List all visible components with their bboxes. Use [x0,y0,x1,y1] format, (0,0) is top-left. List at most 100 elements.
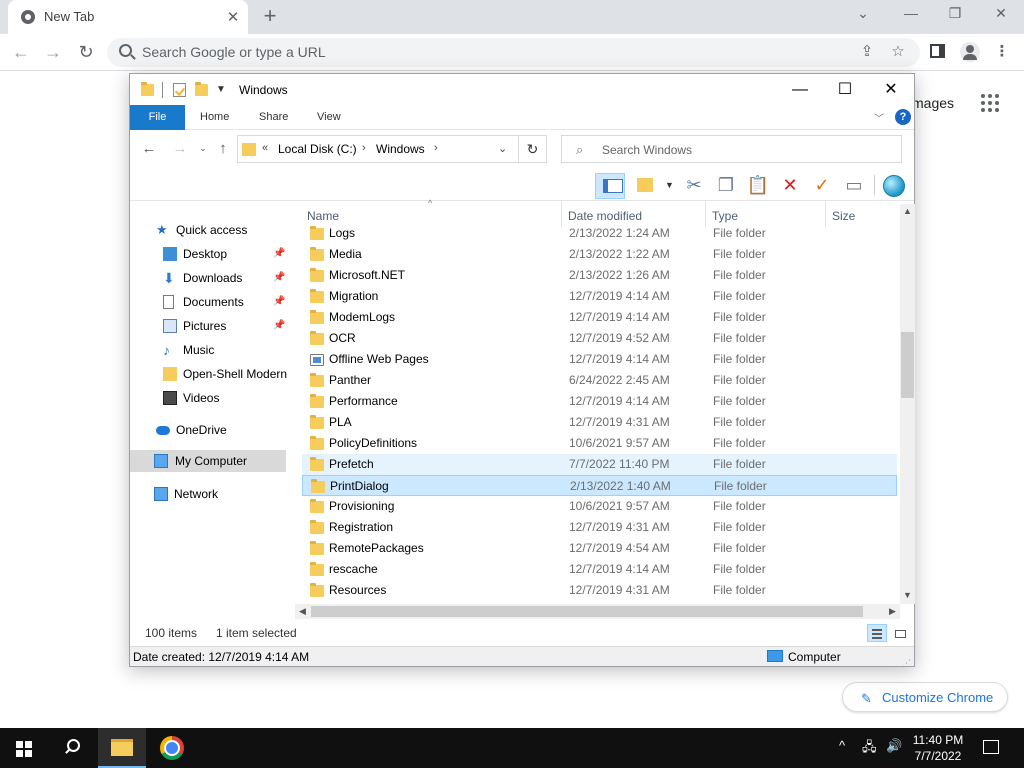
vertical-scrollbar[interactable]: ▲ ▼ [900,204,915,604]
table-row[interactable]: PolicyDefinitions 10/6/2021 9:57 AM File f… [302,433,897,454]
sidebar-item-network[interactable]: Network [154,483,294,505]
table-row[interactable]: Offline Web Pages 12/7/2019 4:14 AM File f… [302,349,897,370]
scroll-left-icon[interactable]: ◀ [295,604,310,619]
table-row[interactable]: rescache 12/7/2019 4:14 AM File folder [302,559,897,580]
chrome-menu-icon[interactable]: ⋮ [992,42,1012,62]
tab-home[interactable]: Home [200,105,229,130]
windows-start-icon[interactable] [16,741,32,757]
explorer-close-button[interactable]: ✕ [868,78,914,102]
search-box[interactable]: ⌕ Search Windows [561,135,902,163]
properties-icon[interactable] [173,83,186,97]
close-tab-icon[interactable]: ✕ [224,8,242,26]
sidebar-item-videos[interactable]: Videos [163,387,293,409]
scrollbar-thumb[interactable] [901,332,914,398]
scroll-right-icon[interactable]: ▶ [885,604,900,619]
sidebar-item-onedrive[interactable]: OneDrive [156,419,296,441]
table-row[interactable]: RemotePackages 12/7/2019 4:54 AM File fold… [302,538,897,559]
explorer-title-bar[interactable]: ▼ Windows — ☐ ✕ [130,74,914,105]
new-tab-button[interactable]: + [258,3,282,29]
customize-chrome-button[interactable]: ✎ Customize Chrome [842,682,1008,712]
profile-avatar-icon[interactable] [960,42,980,62]
table-row[interactable]: Migration 12/7/2019 4:14 AM File folder [302,286,897,307]
breadcrumb-overflow-icon[interactable]: « [262,142,268,154]
volume-icon[interactable]: 🔊 [886,738,902,754]
tab-share[interactable]: Share [259,105,288,130]
table-row[interactable]: Panther 6/24/2022 2:45 AM File folder [302,370,897,391]
table-row[interactable]: Registration 12/7/2019 4:31 AM File folder [302,517,897,538]
new-folder-icon[interactable] [195,82,208,96]
tab-new-tab[interactable]: New Tab ✕ [8,0,248,34]
breadcrumb-chevron-icon[interactable]: › [362,142,366,154]
omnibox[interactable]: Search Google or type a URL [107,38,920,67]
breadcrumb-local-disk[interactable]: Local Disk (C:) [278,142,357,156]
google-apps-icon[interactable] [981,94,999,112]
explorer-back-button[interactable]: ← [139,140,159,157]
restore-button[interactable]: ❐ [940,5,970,25]
forward-button[interactable]: → [42,41,64,63]
breadcrumb-chevron-icon[interactable]: › [434,142,438,154]
views-dropdown-icon[interactable]: ▼ [665,180,674,190]
tab-search-icon[interactable]: ⌄ [848,5,878,25]
help-icon[interactable]: ? [895,109,911,125]
sidebar-item-music[interactable]: ♪ Music [163,339,293,361]
sidebar-item-my-computer[interactable]: My Computer [130,450,286,472]
scroll-up-icon[interactable]: ▲ [900,206,915,216]
search-icon[interactable] [64,738,82,756]
taskbar-file-explorer[interactable] [98,728,146,768]
table-row[interactable]: ModemLogs 12/7/2019 4:14 AM File folder [302,307,897,328]
show-hidden-icons-icon[interactable]: ^ [839,738,845,753]
table-row[interactable]: Logs 2/13/2022 1:24 AM File folder [302,223,897,244]
table-row[interactable]: PrintDialog 2/13/2022 1:40 AM File folder [302,475,897,496]
back-button[interactable]: ← [10,41,32,63]
address-bar[interactable]: « Local Disk (C:) › Windows › ⌄ ↻ [237,135,547,163]
horizontal-scrollbar[interactable]: ◀ ▶ [295,604,900,619]
rename-icon[interactable]: ✓ [810,173,834,197]
resize-grip-icon[interactable]: ⋰ [902,653,911,673]
close-window-button[interactable]: ✕ [986,5,1016,25]
views-icon[interactable] [635,173,659,197]
delete-icon[interactable]: ✕ [778,173,802,197]
network-status-icon[interactable]: 🖧 [862,738,877,760]
sidebar-item-open-shell[interactable]: Open-Shell Modern [163,363,293,385]
table-row[interactable]: Resources 12/7/2019 4:31 AM File folder [302,580,897,601]
table-row[interactable]: PLA 12/7/2019 4:31 AM File folder [302,412,897,433]
refresh-icon[interactable]: ↻ [518,135,546,163]
table-row[interactable]: OCR 12/7/2019 4:52 AM File folder [302,328,897,349]
scrollbar-thumb[interactable] [311,606,863,617]
bookmark-star-icon[interactable]: ☆ [888,42,908,62]
sidebar-item-quick-access[interactable]: ★ Quick access [156,219,296,241]
taskbar-clock[interactable]: 11:40 PM 7/7/2022 [911,732,965,764]
paste-icon[interactable]: 📋 [746,173,770,197]
recent-locations-icon[interactable]: ⌄ [193,143,213,154]
explorer-maximize-button[interactable]: ☐ [822,78,868,102]
scroll-down-icon[interactable]: ▼ [900,590,915,600]
details-view-icon[interactable] [867,624,887,642]
reload-button[interactable]: ↻ [75,41,97,63]
breadcrumb-windows[interactable]: Windows [376,142,425,156]
address-dropdown-icon[interactable]: ⌄ [498,142,507,155]
taskbar-chrome[interactable] [148,728,196,768]
table-row[interactable]: Prefetch 7/7/2022 11:40 PM File folder [302,454,897,475]
globe-icon[interactable] [883,175,905,197]
up-button[interactable]: ↑ [213,140,233,157]
table-row[interactable]: Media 2/13/2022 1:22 AM File folder [302,244,897,265]
explorer-forward-button[interactable]: → [170,140,190,157]
tab-file[interactable]: File [130,105,185,130]
table-row[interactable]: Provisioning 10/6/2021 9:57 AM File folder [302,496,897,517]
table-row[interactable]: Performance 12/7/2019 4:14 AM File folder [302,391,897,412]
table-row[interactable]: Microsoft.NET 2/13/2022 1:26 AM File folde… [302,265,897,286]
share-icon[interactable]: ⇪ [857,42,877,62]
copy-icon[interactable]: ❐ [714,173,738,197]
large-icons-view-icon[interactable] [890,624,910,642]
explorer-minimize-button[interactable]: — [777,78,823,102]
side-panel-icon[interactable] [930,44,945,58]
quick-access-dropdown-icon[interactable]: ▼ [216,84,226,95]
notifications-icon[interactable] [983,740,999,754]
images-link[interactable]: mages [912,95,954,111]
navigation-pane-icon[interactable] [595,173,625,199]
minimize-button[interactable]: — [896,5,926,25]
cut-icon[interactable]: ✂ [682,173,706,197]
properties-icon[interactable]: ▭ [842,173,866,197]
tab-view[interactable]: View [317,105,341,130]
expand-ribbon-icon[interactable]: ﹀ [874,110,884,125]
